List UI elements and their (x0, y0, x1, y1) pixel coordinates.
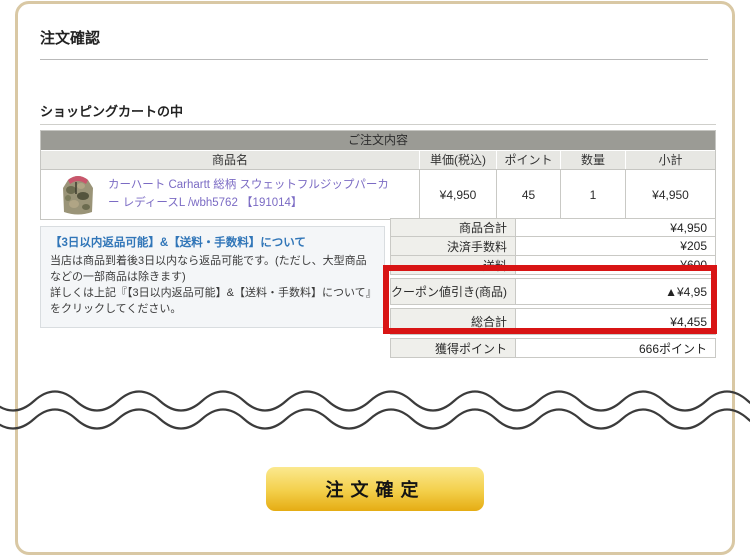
wavy-cut-separator (0, 380, 750, 440)
return-policy-box: 【3日以内返品可能】&【送料・手数料】について 当店は商品到着後3日以内なら返品… (40, 226, 385, 328)
product-image (61, 174, 95, 216)
return-policy-text-line2: 詳しくは上記『【3日以内返品可能】&【送料・手数料】について』をクリックしてくだ… (50, 286, 375, 318)
summary-value: ¥205 (516, 237, 715, 255)
return-policy-link[interactable]: 【3日以内返品可能】&【送料・手数料】について (50, 234, 375, 250)
product-subtotal: ¥4,950 (625, 170, 715, 219)
summary-label: クーポン値引き(商品) (391, 279, 516, 304)
page-title: 注文確認 (40, 27, 100, 48)
confirm-order-button[interactable]: 注文確定 (266, 467, 484, 511)
summary-value: 666ポイント (516, 339, 715, 357)
summary-row-shipping: 送料 ¥600 (390, 256, 716, 275)
column-header-subtotal: 小計 (625, 151, 715, 169)
cart-section-title: ショッピングカートの中 (40, 101, 183, 120)
summary-label: 決済手数料 (391, 237, 516, 255)
summary-label: 獲得ポイント (391, 339, 516, 357)
product-name-link[interactable]: カーハート Carhartt 総柄 スウェットフルジップパーカー レディースL … (108, 177, 400, 212)
title-divider (40, 59, 708, 60)
summary-row-grand-total: 総合計 ¥4,455 (390, 308, 716, 335)
summary-row-item-total: 商品合計 ¥4,950 (390, 218, 716, 237)
summary-row-payment-fee: 決済手数料 ¥205 (390, 237, 716, 256)
section-divider (40, 124, 716, 125)
summary-value: ¥4,455 (516, 309, 715, 334)
product-quantity: 1 (560, 170, 625, 219)
order-items-table: ご注文内容 商品名 単価(税込) ポイント 数量 小計 (40, 130, 716, 220)
summary-label: 総合計 (391, 309, 516, 334)
summary-row-coupon-discount: クーポン値引き(商品) ▲¥4,95 (390, 278, 716, 305)
product-unit-price: ¥4,950 (419, 170, 496, 219)
order-summary-table: 商品合計 ¥4,950 決済手数料 ¥205 送料 ¥600 クーポン値引き(商… (390, 218, 716, 358)
summary-value: ¥4,950 (516, 219, 715, 236)
order-confirmation-page: 注文確認 ショッピングカートの中 ご注文内容 商品名 単価(税込) ポイント 数… (0, 0, 750, 557)
order-table-header-row: 商品名 単価(税込) ポイント 数量 小計 (41, 150, 715, 169)
summary-value: ▲¥4,95 (516, 279, 715, 304)
product-points: 45 (496, 170, 560, 219)
summary-value: ¥600 (516, 256, 715, 274)
order-table-caption: ご注文内容 (41, 131, 715, 150)
summary-row-earned-points: 獲得ポイント 666ポイント (390, 338, 716, 358)
order-item-row: カーハート Carhartt 総柄 スウェットフルジップパーカー レディースL … (41, 169, 715, 219)
summary-label: 商品合計 (391, 219, 516, 236)
summary-label: 送料 (391, 256, 516, 274)
column-header-unit-price: 単価(税込) (419, 151, 496, 169)
column-header-points: ポイント (496, 151, 560, 169)
column-header-product-name: 商品名 (41, 151, 419, 169)
column-header-quantity: 数量 (560, 151, 625, 169)
return-policy-text-line1: 当店は商品到着後3日以内なら返品可能です。(ただし、大型商品などの一部商品は除き… (50, 254, 375, 286)
